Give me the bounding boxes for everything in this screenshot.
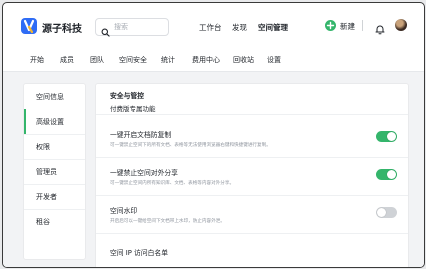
- sidebar-item-label: 开发者: [36, 193, 57, 201]
- new-button-label: 新建: [340, 22, 355, 31]
- nav-discover[interactable]: 发现: [232, 22, 247, 33]
- sidebar-item-permissions[interactable]: 权限: [24, 134, 85, 160]
- setting-title: 一键开启文档防复制: [110, 131, 172, 139]
- tab-space-security[interactable]: 空间安全: [119, 55, 147, 65]
- plus-icon: [325, 20, 336, 31]
- sidebar-item-developers[interactable]: 开发者: [24, 184, 85, 210]
- sidebar-item-label: 权限: [36, 143, 50, 151]
- tab-recycle-bin[interactable]: 回收站: [233, 55, 254, 65]
- settings-sidebar: 空间信息 高级设置 权限 管理员 开发者 租谷: [23, 83, 86, 260]
- tab-billing[interactable]: 费用中心: [192, 55, 220, 65]
- app-window: 源子科技 工作台 发现 空间管理 新建: [2, 2, 425, 268]
- setting-description: 可一键禁止空间内所有知识库、文档、表格等内容对外分享。: [110, 181, 235, 186]
- sidebar-item-label: 高级设置: [36, 118, 64, 126]
- section-divider: [96, 114, 408, 115]
- sidebar-item-advanced-settings[interactable]: 高级设置: [24, 109, 85, 135]
- top-bar: 源子科技 工作台 发现 空间管理 新建: [3, 3, 424, 47]
- sidebar-item-label: 管理员: [36, 168, 57, 176]
- setting-row-watermark: 空间水印 开启后可以一键给空间下文档带上水印，防止内容外泄。: [96, 195, 408, 234]
- search-box[interactable]: [95, 18, 169, 37]
- bell-icon[interactable]: [375, 20, 385, 39]
- toggle-knob: [387, 132, 396, 141]
- logo-icon[interactable]: [21, 18, 37, 34]
- avatar[interactable]: [395, 19, 407, 31]
- sidebar-item-space-info[interactable]: 空间信息: [24, 84, 85, 110]
- sidebar-item-label: 空间信息: [36, 93, 64, 101]
- tab-members[interactable]: 成员: [60, 55, 74, 65]
- section-subtitle: 付费版专属功能: [110, 105, 156, 113]
- sidebar-item-label: 租谷: [36, 218, 50, 226]
- subnav-bar: 开始 成员 团队 空间安全 统计 费用中心 回收站 设置: [3, 47, 424, 72]
- setting-description: 开启后可以一键给空间下文档带上水印，防止内容外泄。: [110, 219, 225, 224]
- settings-panel: 安全与管控 付费版专属功能 一键开启文档防复制 可一键禁止空间下的所有文档、表格…: [95, 83, 409, 267]
- setting-title: 空间 IP 访问白名单: [110, 249, 169, 257]
- tab-teams[interactable]: 团队: [90, 55, 104, 65]
- tab-settings[interactable]: 设置: [267, 55, 281, 65]
- sidebar-item-rental[interactable]: 租谷: [24, 209, 85, 234]
- setting-description: 可一键禁止空间下的所有文档、表格等无法使用浏览器右键和快捷键进行复制。: [110, 143, 271, 148]
- setting-row-prevent-copy: 一键开启文档防复制 可一键禁止空间下的所有文档、表格等无法使用浏览器右键和快捷键…: [96, 119, 408, 158]
- setting-row-disable-sharing: 一键禁止空间对外分享 可一键禁止空间内所有知识库、文档、表格等内容对外分享。: [96, 157, 408, 196]
- watermark-toggle[interactable]: [376, 207, 397, 218]
- disable-sharing-toggle[interactable]: [376, 169, 397, 180]
- section-title: 安全与管控: [110, 92, 144, 100]
- header-divider: [362, 20, 363, 31]
- sidebar-item-admins[interactable]: 管理员: [24, 159, 85, 185]
- nav-workbench[interactable]: 工作台: [199, 22, 222, 33]
- search-icon: [101, 22, 110, 41]
- tab-start[interactable]: 开始: [30, 55, 44, 65]
- setting-title: 一键禁止空间对外分享: [110, 169, 178, 177]
- prevent-copy-toggle[interactable]: [376, 131, 397, 142]
- search-input[interactable]: [114, 20, 164, 33]
- setting-title: 空间水印: [110, 207, 138, 215]
- setting-row-ip-whitelist: 空间 IP 访问白名单: [96, 237, 408, 267]
- tab-statistics[interactable]: 统计: [161, 55, 175, 65]
- toggle-knob: [387, 170, 396, 179]
- toggle-knob: [377, 208, 386, 217]
- nav-space-management[interactable]: 空间管理: [258, 22, 288, 33]
- brand-name: 源子科技: [42, 24, 82, 35]
